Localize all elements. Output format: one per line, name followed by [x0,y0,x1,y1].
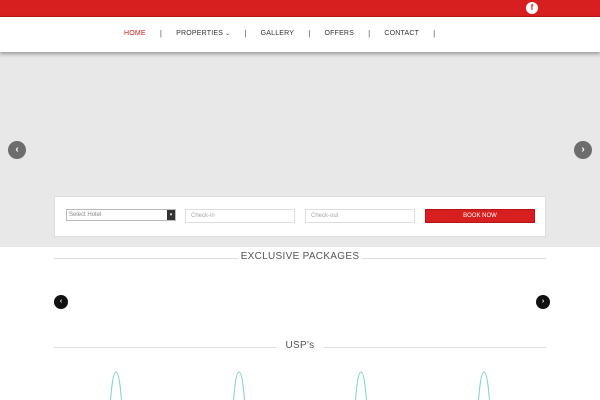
usps-title: USP's [285,340,315,351]
divider [362,258,546,259]
packages-next-button[interactable]: › [536,295,550,309]
nav-item-home[interactable]: HOME [124,30,146,37]
booking-form: Select Hotel ▾ Check-in Check-out BOOK N… [54,196,546,237]
divider [324,347,546,348]
nav-separator: | [244,29,247,38]
nav-item-contact[interactable]: CONTACT [384,30,419,37]
packages-title: EXCLUSIVE PACKAGES [240,251,360,262]
usp-icon [478,371,490,400]
nav-separator: | [159,29,163,38]
nav-item-properties[interactable]: PROPERTIES ⌄ [176,30,230,37]
dropdown-arrow-icon[interactable]: ▾ [167,210,175,220]
top-bar: f [0,0,600,17]
hotel-select-value: Select Hotel [69,212,102,218]
hero-slider: ‹ › Select Hotel ▾ Check-in Check-out BO… [0,52,600,247]
nav-item-properties-label: PROPERTIES [176,30,224,37]
facebook-icon[interactable]: f [526,2,538,14]
nav-separator: | [308,29,311,38]
nav-list: HOME | PROPERTIES ⌄ | GALLERY | OFFERS |… [124,29,449,38]
checkout-field[interactable]: Check-out [305,209,415,223]
nav-separator: | [433,29,436,38]
usp-icon [233,371,245,400]
nav-separator: | [368,29,371,38]
chevron-down-icon: ⌄ [225,31,231,37]
usp-icon [355,371,367,400]
slider-next-button[interactable]: › [574,141,592,159]
usp-icon [110,371,122,400]
page: f HOME | PROPERTIES ⌄ | GALLERY | OFFERS… [0,0,600,400]
book-now-button[interactable]: BOOK NOW [425,209,535,223]
nav-item-gallery[interactable]: GALLERY [261,30,295,37]
usps-heading: USP's [54,340,546,354]
packages-prev-button[interactable]: ‹ [54,295,68,309]
nav-item-offers[interactable]: OFFERS [324,30,354,37]
hotel-select[interactable]: Select Hotel ▾ [66,209,176,221]
main-nav: HOME | PROPERTIES ⌄ | GALLERY | OFFERS |… [0,17,600,52]
checkin-field[interactable]: Check-in [185,209,295,223]
packages-heading: EXCLUSIVE PACKAGES [54,251,546,265]
slider-prev-button[interactable]: ‹ [8,141,26,159]
